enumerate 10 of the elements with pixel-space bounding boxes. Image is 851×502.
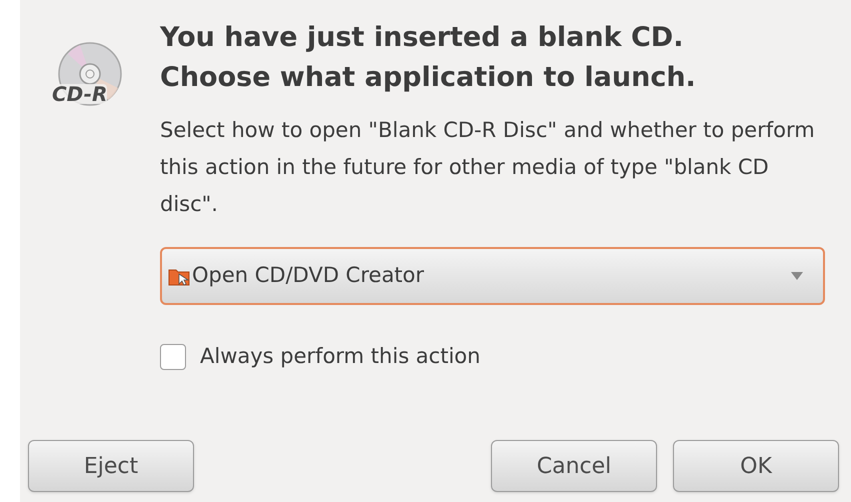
- checkbox[interactable]: [160, 344, 186, 370]
- dropdown-arrow-icon: [791, 272, 803, 280]
- dialog-title: You have just inserted a blank CD. Choose what application to launch.: [160, 21, 697, 95]
- dialog-button[interactable]: Cancel: [491, 440, 657, 492]
- dialog-button[interactable]: Eject: [28, 440, 194, 492]
- dialog-button[interactable]: OK: [673, 440, 839, 492]
- checkbox-label: Always perform this action: [200, 343, 480, 370]
- dialog-message: Select how to open "Blank CD-R Disc" and whether to perform this action in the future for other media of type "blank CD disc".: [160, 117, 816, 218]
- disc-label: CD-R: [52, 84, 108, 104]
- application-dropdown[interactable]: Open CD/DVD Creator: [160, 247, 825, 305]
